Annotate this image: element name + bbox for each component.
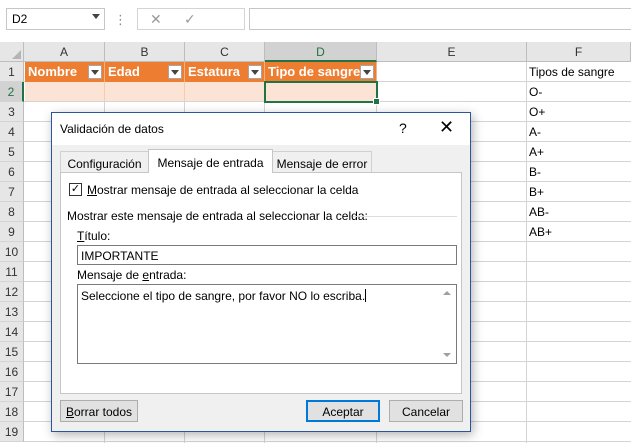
- formula-bar: D2 ⋮ ✕ ✓ fx: [0, 0, 631, 36]
- cell-f6[interactable]: B-: [529, 162, 541, 182]
- row-header[interactable]: 16: [0, 362, 24, 382]
- show-input-message-label[interactable]: Mostrar mensaje de entrada al selecciona…: [87, 183, 358, 197]
- column-header-e[interactable]: E: [377, 42, 527, 62]
- drag-handle-icon[interactable]: ⋮: [114, 12, 127, 28]
- message-text: Seleccione el tipo de sangre, por favor …: [81, 289, 366, 303]
- tab-mensaje-de-error[interactable]: Mensaje de error: [272, 151, 372, 173]
- row-header[interactable]: 15: [0, 342, 24, 362]
- row-header[interactable]: 12: [0, 282, 24, 302]
- tab-mensaje-de-entrada[interactable]: Mensaje de entrada: [148, 149, 273, 173]
- row-header[interactable]: 4: [0, 122, 24, 142]
- column-header-b[interactable]: B: [105, 42, 185, 62]
- message-label: Mensaje de entrada:: [77, 268, 186, 282]
- close-icon[interactable]: ✕: [439, 117, 454, 138]
- filter-dropdown-icon[interactable]: [248, 65, 262, 79]
- filter-dropdown-icon[interactable]: [88, 65, 102, 79]
- access-key: B: [65, 405, 74, 419]
- group-divider: [353, 216, 457, 217]
- label-text: ítulo:: [84, 229, 111, 243]
- cell-divider: [104, 82, 105, 101]
- cell-divider: [184, 82, 185, 101]
- dialog-titlebar[interactable]: Validación de datos ? ✕: [52, 113, 470, 145]
- row-header[interactable]: 18: [0, 402, 24, 422]
- formula-input[interactable]: [249, 8, 631, 30]
- name-box[interactable]: D2: [6, 8, 105, 30]
- table-header-cell[interactable]: Estatura: [185, 62, 265, 82]
- row-header[interactable]: 14: [0, 322, 24, 342]
- ok-button[interactable]: Aceptar: [306, 400, 380, 422]
- row-header[interactable]: 5: [0, 142, 24, 162]
- row-header[interactable]: 7: [0, 182, 24, 202]
- active-cell-d2[interactable]: [264, 81, 380, 105]
- check-icon[interactable]: ✓: [184, 11, 196, 28]
- tab-configuracion[interactable]: Configuración: [60, 151, 149, 173]
- table-data-row[interactable]: [25, 82, 264, 101]
- row-header[interactable]: 6: [0, 162, 24, 182]
- clear-all-button[interactable]: Borrar todos: [60, 400, 138, 422]
- row-header[interactable]: 9: [0, 222, 24, 242]
- cell-f1[interactable]: Tipos de sangre: [529, 62, 615, 82]
- label-text: ntrada:: [149, 268, 187, 282]
- data-validation-dialog: Validación de datos ? ✕ Configuración Me…: [51, 112, 471, 432]
- label-text: Mensaje de: [77, 268, 143, 282]
- cell-f7[interactable]: B+: [529, 182, 544, 202]
- tab-panel: ✓ Mostrar mensaje de entrada al seleccio…: [60, 172, 462, 394]
- show-input-message-checkbox[interactable]: ✓: [69, 183, 82, 196]
- column-header-f[interactable]: F: [527, 42, 631, 62]
- cell-f9[interactable]: AB+: [529, 222, 552, 242]
- table-header-label: Nombre: [28, 64, 78, 79]
- row-header[interactable]: 13: [0, 302, 24, 322]
- title-input[interactable]: IMPORTANTE: [77, 245, 457, 265]
- help-icon[interactable]: ?: [399, 120, 407, 136]
- row-header[interactable]: 2: [0, 82, 24, 102]
- dialog-title: Validación de datos: [60, 122, 164, 136]
- table-header-label: Edad: [108, 64, 140, 79]
- name-box-value: D2: [12, 12, 28, 26]
- close-icon[interactable]: ✕: [150, 11, 162, 28]
- cell-f4[interactable]: A-: [529, 122, 541, 142]
- filter-dropdown-icon[interactable]: [168, 65, 182, 79]
- table-header-cell[interactable]: Tipo de sangre: [265, 62, 377, 82]
- row-header[interactable]: 8: [0, 202, 24, 222]
- row-header[interactable]: 19: [0, 422, 24, 442]
- scroll-up-icon[interactable]: [443, 291, 451, 295]
- cell-f5[interactable]: A+: [529, 142, 544, 162]
- table-header-label: Estatura: [188, 64, 241, 79]
- chevron-down-icon[interactable]: [92, 14, 100, 19]
- button-label: orrar todos: [73, 405, 133, 419]
- row-header[interactable]: 11: [0, 262, 24, 282]
- column-header-a[interactable]: A: [24, 42, 105, 62]
- label-text: ostrar mensaje de entrada al seleccionar…: [97, 183, 359, 197]
- title-label: Título:: [77, 229, 110, 243]
- row-header[interactable]: 17: [0, 382, 24, 402]
- cell-f2[interactable]: O-: [529, 82, 542, 102]
- select-all-corner[interactable]: [0, 42, 24, 62]
- table-header-cell[interactable]: Edad: [105, 62, 185, 82]
- textarea-scrollbar[interactable]: [439, 285, 456, 363]
- table-header-label: Tipo de sangre: [268, 64, 361, 79]
- row-header[interactable]: 3: [0, 102, 24, 122]
- table-header-cell[interactable]: Nombre: [25, 62, 105, 82]
- cancel-button[interactable]: Cancelar: [389, 400, 463, 422]
- row-header[interactable]: 1: [0, 62, 24, 82]
- scroll-down-icon[interactable]: [443, 353, 451, 357]
- access-key: M: [87, 183, 97, 197]
- formula-buttons: ✕ ✓ fx: [137, 8, 373, 30]
- cell-f8[interactable]: AB-: [529, 202, 549, 222]
- message-textarea[interactable]: Seleccione el tipo de sangre, por favor …: [77, 284, 457, 364]
- column-header-d[interactable]: D: [265, 42, 377, 62]
- row-header[interactable]: 10: [0, 242, 24, 262]
- column-header-c[interactable]: C: [185, 42, 265, 62]
- cell-f3[interactable]: O+: [529, 102, 545, 122]
- group-label: Mostrar este mensaje de entrada al selec…: [67, 209, 368, 223]
- filter-dropdown-icon[interactable]: [360, 65, 374, 79]
- text-caret: [365, 289, 367, 302]
